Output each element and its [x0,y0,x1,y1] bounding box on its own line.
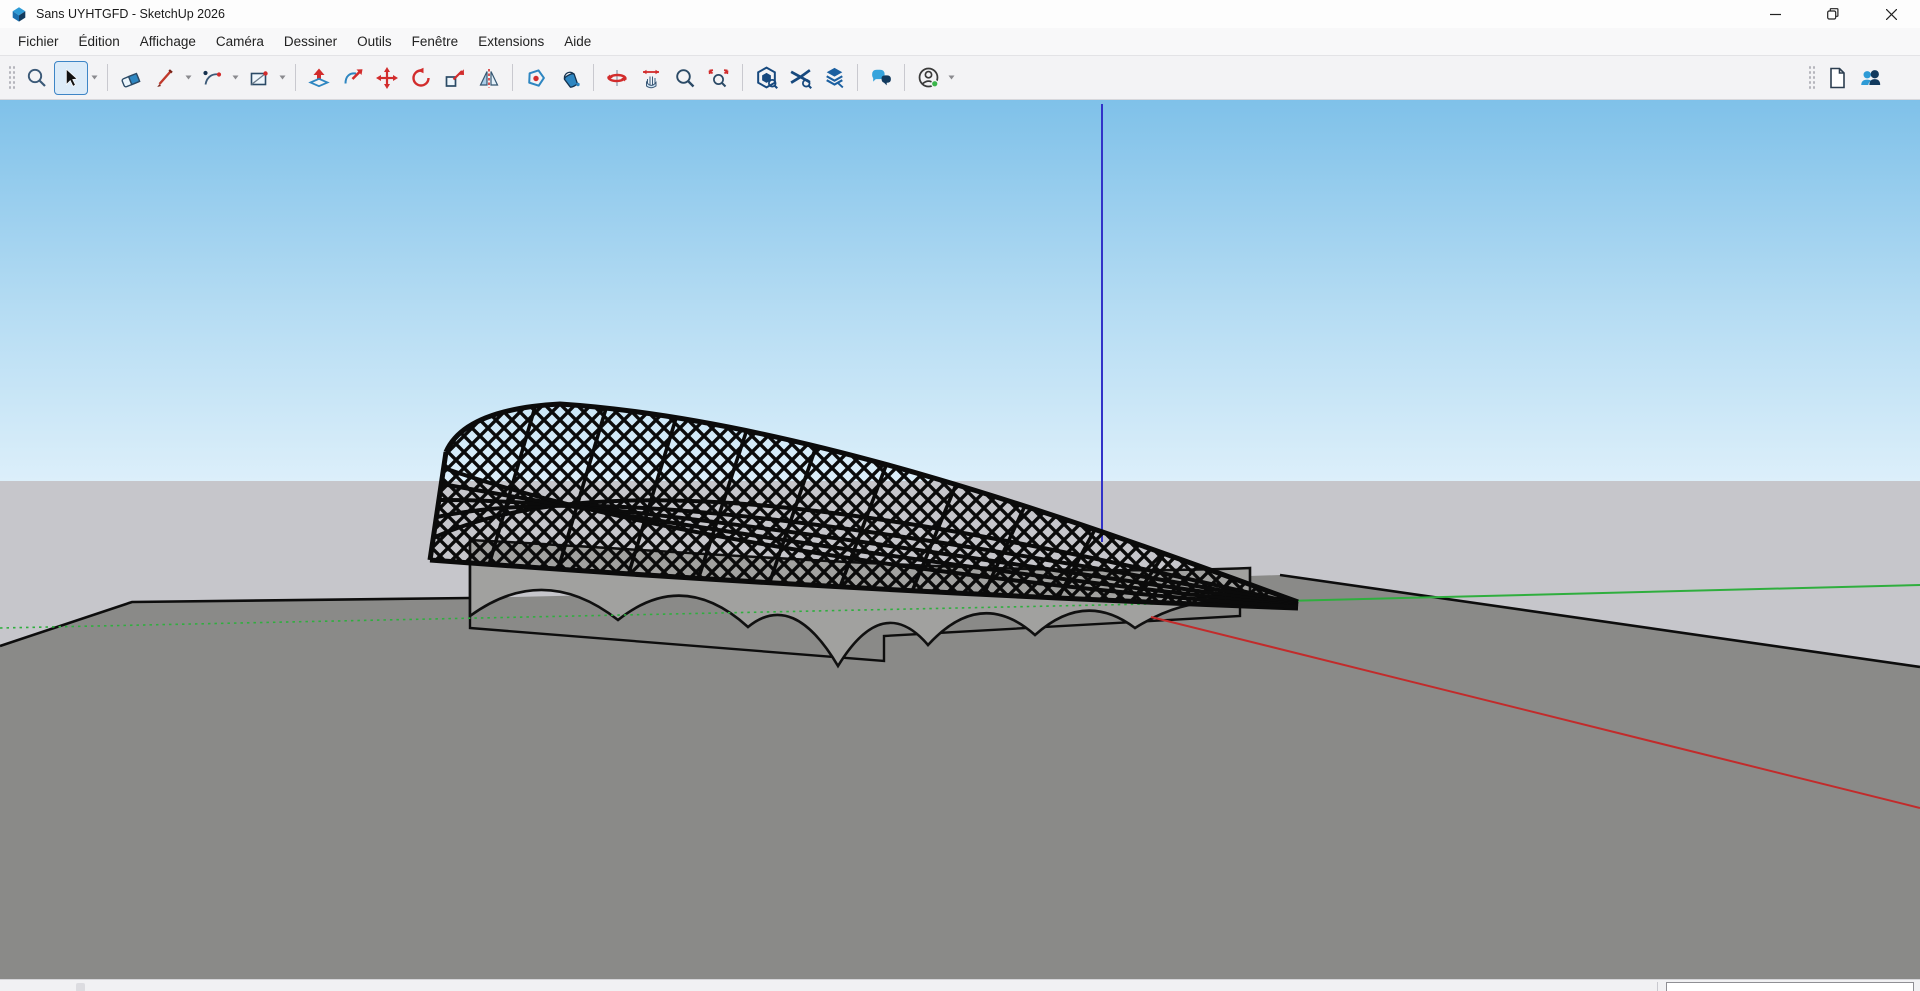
rotate-tool-button[interactable] [404,61,438,95]
chat-bubbles-icon [869,65,894,90]
scale-tool-button[interactable] [438,61,472,95]
orbit-tool-button[interactable] [600,61,634,95]
zoom-extents-tool-button[interactable] [702,61,736,95]
select-tool-button[interactable] [54,61,88,95]
chevron-down-icon [232,75,239,80]
3d-warehouse-button[interactable] [749,61,783,95]
arc-dropdown-caret[interactable] [229,63,242,93]
extension-warehouse-icon [788,65,813,90]
scene-3d [0,100,1920,979]
toolbar-grip-handle[interactable] [1808,65,1816,91]
minimize-icon [1770,9,1781,20]
menu-affichage[interactable]: Affichage [130,30,206,53]
chevron-down-icon [279,75,286,80]
window-title: Sans UYHTGFD - SketchUp 2026 [36,7,225,21]
search-icon [25,66,49,90]
sketchup-logo-icon [10,5,28,23]
account-button[interactable] [911,61,945,95]
toolbar-separator [512,64,513,91]
chevron-down-icon [91,75,98,80]
orbit-icon [605,66,629,90]
new-document-icon [1825,66,1849,90]
push-pull-icon [307,66,331,90]
terrain-ground [0,575,1920,979]
sky [0,100,1920,481]
sketchup-window: Sans UYHTGFD - SketchUp 2026 Fichier Édi… [0,0,1920,991]
close-icon [1886,9,1897,20]
zoom-extents-icon [707,66,731,90]
account-dropdown-caret[interactable] [945,63,958,93]
account-icon [916,65,941,90]
menu-extensions[interactable]: Extensions [468,30,554,53]
toolbar-separator [904,64,905,91]
menu-dessiner[interactable]: Dessiner [274,30,347,53]
chat-help-button[interactable] [864,61,898,95]
arc-icon [200,66,224,90]
pan-tool-button[interactable] [634,61,668,95]
offset-tool-button[interactable] [519,61,553,95]
toolbar-separator [107,64,108,91]
menu-edition[interactable]: Édition [69,30,130,53]
rectangle-dropdown-caret[interactable] [276,63,289,93]
menu-bar: Fichier Édition Affichage Caméra Dessine… [0,28,1920,55]
chevron-down-icon [185,75,192,80]
rectangle-tool-button[interactable] [242,61,276,95]
menu-fenetre[interactable]: Fenêtre [402,30,469,53]
push-pull-tool-button[interactable] [302,61,336,95]
trimble-connect-button[interactable] [817,61,851,95]
paint-bucket-icon [558,66,582,90]
follow-me-tool-button[interactable] [336,61,370,95]
line-tool-button[interactable] [148,61,182,95]
restore-button[interactable] [1804,0,1862,28]
scale-icon [443,66,467,90]
pencil-line-icon [153,66,177,90]
eraser-tool-button[interactable] [114,61,148,95]
offset-icon [524,66,548,90]
chevron-down-icon [948,75,955,80]
measurements-separator [1657,982,1658,991]
select-dropdown-caret[interactable] [88,63,101,93]
line-dropdown-caret[interactable] [182,63,195,93]
toolbar-separator [295,64,296,91]
restore-icon [1827,8,1839,20]
3d-warehouse-icon [754,65,779,90]
toolbar-separator [742,64,743,91]
people-collaboration-button[interactable] [1854,61,1888,95]
flip-icon [477,66,501,90]
minimize-button[interactable] [1746,0,1804,28]
measurements-input[interactable] [1666,982,1914,991]
menu-outils[interactable]: Outils [347,30,402,53]
search-tool-button[interactable] [20,61,54,95]
menu-fichier[interactable]: Fichier [8,30,69,53]
zoom-tool-button[interactable] [668,61,702,95]
move-tool-button[interactable] [370,61,404,95]
zoom-icon [673,66,697,90]
toolbar-separator [857,64,858,91]
arc-tool-button[interactable] [195,61,229,95]
pan-hand-icon [639,66,663,90]
move-icon [375,66,399,90]
rectangle-icon [247,66,271,90]
toolbar-separator [593,64,594,91]
flip-tool-button[interactable] [472,61,506,95]
title-bar: Sans UYHTGFD - SketchUp 2026 [0,0,1920,28]
status-left-icon [76,983,85,991]
follow-me-icon [341,66,365,90]
model-viewport[interactable] [0,100,1920,979]
eraser-icon [119,66,143,90]
trimble-connect-icon [822,65,847,90]
toolbar-right-group [1804,61,1888,95]
getting-started-toolbar [0,55,1920,100]
paint-bucket-tool-button[interactable] [553,61,587,95]
status-bar [0,979,1920,991]
new-document-button[interactable] [1820,61,1854,95]
menu-aide[interactable]: Aide [554,30,601,53]
rotate-icon [409,66,433,90]
extension-warehouse-button[interactable] [783,61,817,95]
menu-camera[interactable]: Caméra [206,30,274,53]
toolbar-grip-handle[interactable] [8,65,16,91]
select-arrow-icon [60,67,82,89]
people-icon [1858,65,1884,91]
close-button[interactable] [1862,0,1920,28]
